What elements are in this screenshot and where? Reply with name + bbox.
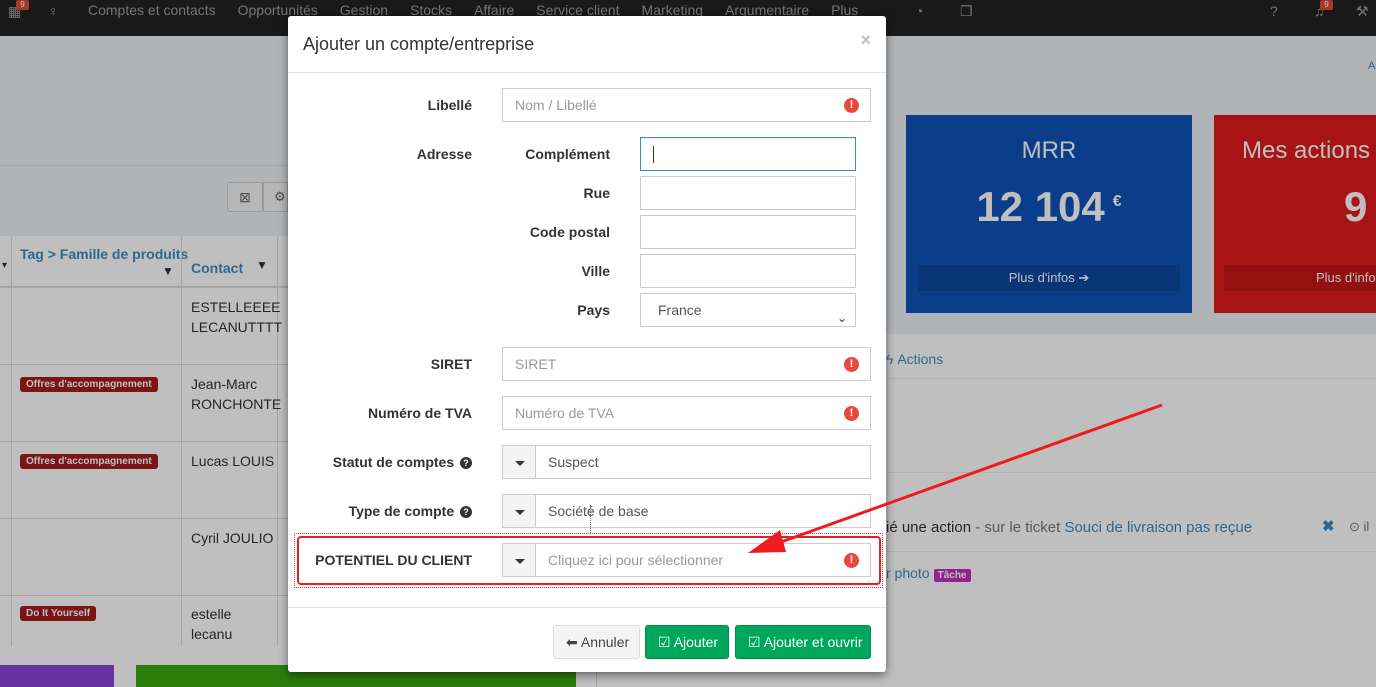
adresse-label: Adresse — [416, 146, 472, 162]
close-button[interactable]: × — [860, 30, 871, 51]
siret-input[interactable]: SIRET ! — [502, 347, 871, 381]
cancel-button[interactable]: ⬅ Annuler — [553, 625, 640, 659]
complement-label: Complément — [525, 146, 610, 162]
code-postal-input[interactable] — [640, 215, 856, 249]
annotation-highlight-box — [297, 536, 881, 585]
chevron-down-icon: ⌄ — [836, 311, 847, 325]
add-and-open-button[interactable]: ☑ Ajouter et ouvrir — [735, 625, 871, 659]
dotted-guide — [590, 505, 591, 533]
question-icon[interactable]: ? — [460, 457, 472, 469]
type-label: Type de compte ? — [349, 503, 472, 519]
warning-icon: ! — [844, 357, 859, 372]
add-button[interactable]: ☑ Ajouter — [645, 625, 729, 659]
check-square-icon: ☑ — [658, 634, 671, 650]
ville-input[interactable] — [640, 254, 856, 288]
rue-input[interactable] — [640, 176, 856, 210]
statut-label: Statut de comptes ? — [333, 454, 472, 470]
siret-label: SIRET — [430, 356, 472, 372]
caret-down-icon — [515, 461, 525, 466]
rue-label: Rue — [583, 185, 610, 201]
arrow-left-icon: ⬅ — [566, 634, 578, 650]
check-square-icon: ☑ — [748, 634, 761, 650]
modal-header: Ajouter un compte/entreprise × — [288, 16, 886, 73]
question-icon[interactable]: ? — [460, 506, 472, 518]
warning-icon: ! — [844, 98, 859, 113]
text-cursor — [653, 146, 654, 163]
libelle-label: Libellé — [427, 97, 472, 113]
modal-footer: ⬅ Annuler ☑ Ajouter ☑ Ajouter et ouvrir — [288, 607, 886, 672]
caret-down-icon — [515, 510, 525, 515]
tva-label: Numéro de TVA — [368, 405, 472, 421]
statut-select[interactable]: Suspect — [535, 445, 871, 479]
modal-title: Ajouter un compte/entreprise — [303, 34, 535, 54]
type-select[interactable]: Société de base — [535, 494, 871, 528]
libelle-input[interactable]: Nom / Libellé ! — [502, 88, 871, 122]
complement-input[interactable] — [640, 137, 856, 171]
tva-input[interactable]: Numéro de TVA ! — [502, 396, 871, 430]
code-postal-label: Code postal — [529, 224, 610, 240]
warning-icon: ! — [844, 406, 859, 421]
pays-select[interactable]: France ⌄ — [640, 293, 856, 327]
ville-label: Ville — [581, 263, 610, 279]
pays-label: Pays — [577, 302, 610, 318]
statut-dropdown-button[interactable] — [502, 445, 536, 479]
type-dropdown-button[interactable] — [502, 494, 536, 528]
